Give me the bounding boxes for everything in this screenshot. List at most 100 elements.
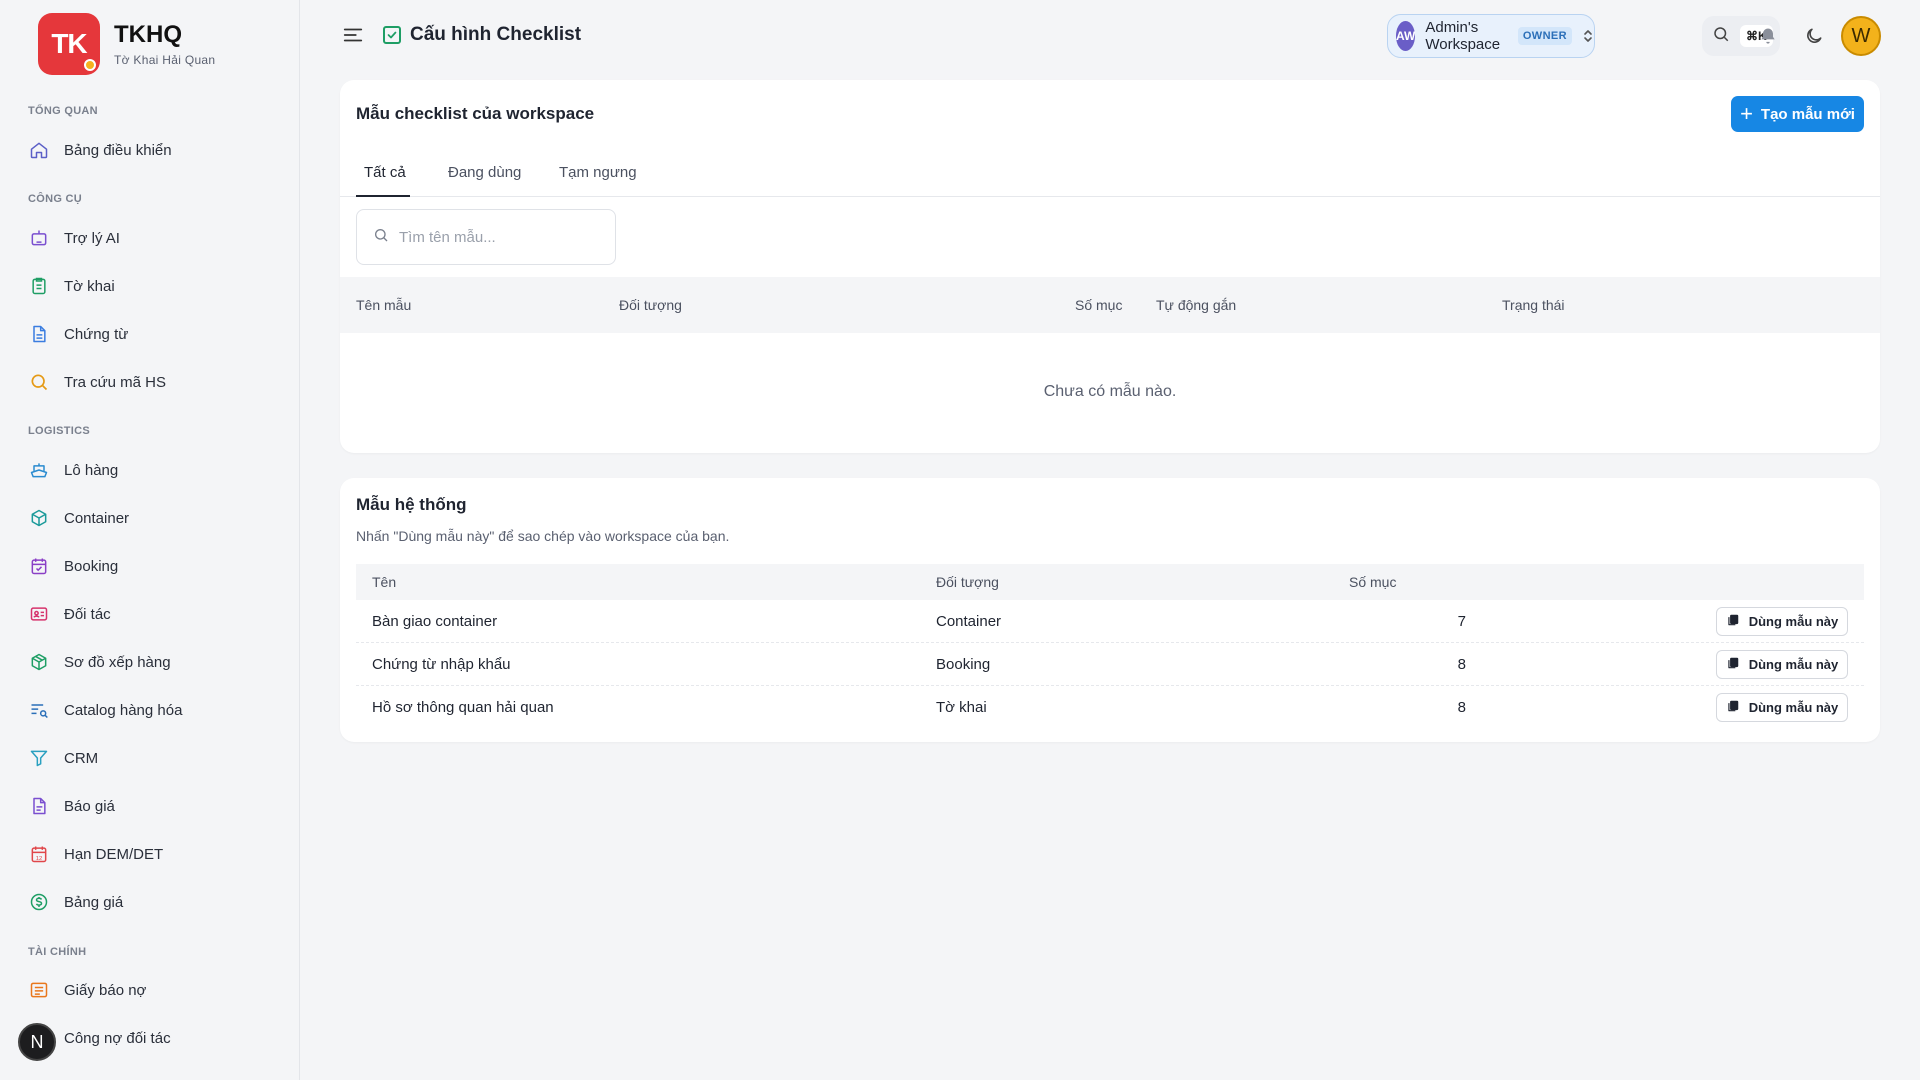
- tab-label: Tất cả: [364, 164, 406, 181]
- sidebar-item-dem-det[interactable]: 12 Hạn DEM/DET: [28, 836, 288, 872]
- nav-section-overview: TỔNG QUAN: [28, 105, 98, 117]
- sidebar-item-label: Catalog hàng hóa: [64, 701, 183, 719]
- checkbox-icon: [383, 26, 401, 44]
- search-icon: [373, 227, 389, 248]
- column-header-target: Đối tượng: [936, 574, 999, 590]
- template-search-input[interactable]: [399, 228, 599, 246]
- template-target: Booking: [936, 656, 991, 673]
- create-template-button[interactable]: + Tạo mẫu mới: [1731, 96, 1864, 132]
- tab-all[interactable]: Tất cả: [356, 158, 410, 197]
- template-search-box: [356, 209, 616, 265]
- sidebar-item-label: Giấy báo nợ: [64, 981, 147, 999]
- workspace-role-badge: OWNER: [1517, 27, 1572, 45]
- nav-section-finance: TÀI CHÍNH: [28, 946, 87, 958]
- brand[interactable]: TK TKHQ Tờ Khai Hải Quan: [38, 13, 215, 75]
- chevron-updown-icon: [1582, 28, 1594, 44]
- bell-icon[interactable]: [1754, 22, 1782, 50]
- column-header-name: Tên mẫu: [356, 297, 412, 313]
- sidebar-item-price-list[interactable]: Bảng giá: [28, 884, 288, 920]
- box-icon: [28, 507, 50, 529]
- user-avatar[interactable]: W: [1841, 16, 1881, 56]
- sidebar-item-booking[interactable]: Booking: [28, 548, 288, 584]
- sidebar-item-label: Lô hàng: [64, 461, 119, 479]
- tab-label: Tạm ngưng: [559, 164, 637, 181]
- sidebar-item-label: Bảng điều khiển: [64, 141, 172, 159]
- sidebar-item-label: Đối tác: [64, 605, 111, 623]
- sidebar-item-label: Chứng từ: [64, 325, 129, 343]
- page-title: Cấu hình Checklist: [410, 24, 582, 45]
- sidebar-item-partners[interactable]: Đối tác: [28, 596, 288, 632]
- sidebar-item-declarations[interactable]: Tờ khai: [28, 268, 288, 304]
- nav-section-logistics: LOGISTICS: [28, 425, 90, 437]
- table-header: Tên mẫu Đối tượng Số mục Tự động gắn Trạ…: [340, 277, 1880, 333]
- template-tabs: Tất cả Đang dùng Tạm ngưng: [340, 158, 1880, 197]
- search-icon: [28, 371, 50, 393]
- sidebar-item-label: Sơ đồ xếp hàng: [64, 653, 171, 671]
- system-templates-title: Mẫu hệ thống: [356, 495, 467, 514]
- column-header-target: Đối tượng: [619, 297, 682, 313]
- use-template-button[interactable]: Dùng mẫu này: [1716, 607, 1848, 636]
- workspace-avatar: AW: [1396, 21, 1416, 51]
- nav-section-tools: CÔNG CỤ: [28, 193, 83, 205]
- use-template-label: Dùng mẫu này: [1748, 614, 1839, 629]
- use-template-label: Dùng mẫu này: [1748, 657, 1839, 672]
- tab-label: Đang dùng: [448, 164, 522, 181]
- template-target: Container: [936, 613, 1002, 630]
- empty-state-message: Chưa có mẫu nào.: [1043, 383, 1177, 400]
- system-templates-subtitle: Nhấn "Dùng mẫu này" để sao chép vào work…: [356, 528, 730, 544]
- message-lines-icon: [28, 979, 50, 1001]
- sidebar-item-debit-notes[interactable]: Giấy báo nợ: [28, 972, 288, 1008]
- column-header-auto-attach: Tự động gắn: [1156, 297, 1237, 313]
- home-icon: [28, 139, 50, 161]
- workspace-switcher[interactable]: AW Admin's Workspace OWNER: [1387, 14, 1595, 58]
- svg-text:12: 12: [36, 856, 42, 862]
- sidebar-item-dashboard[interactable]: Bảng điều khiển: [28, 132, 288, 168]
- column-header-count: Số mục: [1349, 574, 1397, 590]
- use-template-button[interactable]: Dùng mẫu này: [1716, 650, 1848, 679]
- robot-icon: [28, 227, 50, 249]
- next-dev-badge[interactable]: N: [18, 1023, 56, 1061]
- id-card-icon: [28, 603, 50, 625]
- file-text-icon: [28, 795, 50, 817]
- sidebar-item-label: Trợ lý AI: [64, 229, 120, 247]
- sidebar-item-crm[interactable]: CRM: [28, 740, 288, 776]
- copy-icon: [1726, 699, 1740, 716]
- sidebar-item-label: Booking: [64, 557, 119, 575]
- sidebar-item-documents[interactable]: Chứng từ: [28, 316, 288, 352]
- sidebar-item-hs-lookup[interactable]: Tra cứu mã HS: [28, 364, 288, 400]
- template-name: Hồ sơ thông quan hải quan: [372, 699, 554, 716]
- menu-toggle-icon[interactable]: [342, 24, 364, 46]
- sidebar-item-partner-debts[interactable]: Công nợ đối tác: [28, 1020, 288, 1056]
- package-icon: [28, 651, 50, 673]
- sidebar-item-ai-assistant[interactable]: Trợ lý AI: [28, 220, 288, 256]
- sidebar-item-label: Tra cứu mã HS: [64, 373, 167, 391]
- document-icon: [28, 323, 50, 345]
- sidebar-item-label: Hạn DEM/DET: [64, 845, 164, 863]
- sidebar-item-container[interactable]: Container: [28, 500, 288, 536]
- topbar: Cấu hình Checklist AW Admin's Workspace …: [300, 0, 1920, 72]
- moon-icon[interactable]: [1800, 22, 1828, 50]
- template-target: Tờ khai: [936, 699, 987, 716]
- sidebar-item-goods-catalog[interactable]: Catalog hàng hóa: [28, 692, 288, 728]
- use-template-button[interactable]: Dùng mẫu này: [1716, 693, 1848, 722]
- sidebar-item-load-plan[interactable]: Sơ đồ xếp hàng: [28, 644, 288, 680]
- calendar-12-icon: 12: [28, 843, 50, 865]
- tab-in-use[interactable]: Đang dùng: [448, 158, 521, 197]
- copy-icon: [1726, 656, 1740, 673]
- table-header: Tên Đối tượng Số mục: [356, 564, 1864, 600]
- sidebar-item-quotations[interactable]: Báo giá: [28, 788, 288, 824]
- next-badge-letter: N: [30, 1031, 44, 1052]
- table-row: Hồ sơ thông quan hải quan Tờ khai 8 Dùng…: [356, 686, 1864, 729]
- sidebar-item-shipments[interactable]: Lô hàng: [28, 452, 288, 488]
- workspace-templates-card: Mẫu checklist của workspace + Tạo mẫu mớ…: [340, 80, 1880, 453]
- column-header-name: Tên: [372, 574, 397, 590]
- create-template-label: Tạo mẫu mới: [1760, 105, 1855, 123]
- template-count: 7: [1457, 613, 1466, 630]
- tab-paused[interactable]: Tạm ngưng: [559, 158, 637, 197]
- brand-logo-text: TK: [51, 28, 87, 59]
- column-header-status: Trạng thái: [1502, 297, 1565, 313]
- list-search-icon: [28, 699, 50, 721]
- dollar-circle-icon: [28, 891, 50, 913]
- sidebar-item-label: Tờ khai: [64, 277, 115, 295]
- workspace-templates-title: Mẫu checklist của workspace: [356, 104, 595, 123]
